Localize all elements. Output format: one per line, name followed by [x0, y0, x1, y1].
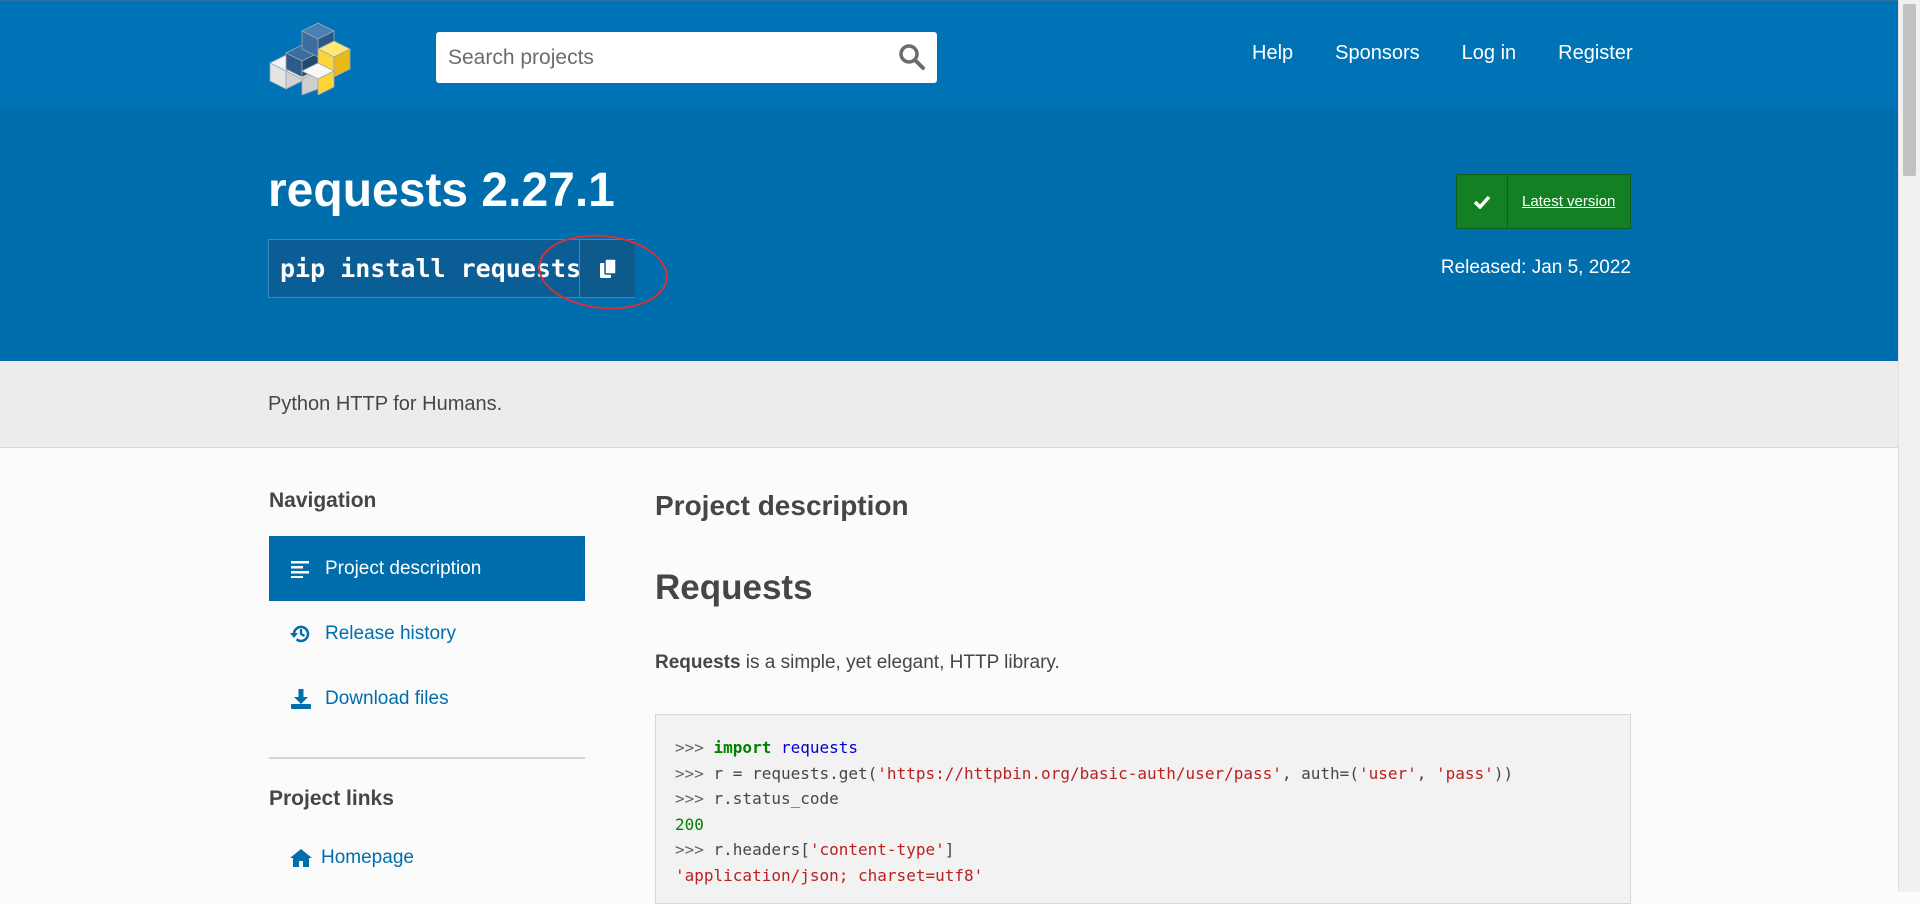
code-line: >>> r.status_code [675, 789, 839, 809]
search-input[interactable] [436, 32, 876, 83]
download-icon [289, 687, 313, 711]
help-link[interactable]: Help [1252, 42, 1293, 65]
home-icon [289, 846, 313, 870]
search-icon[interactable] [897, 42, 927, 72]
package-summary-bar: Python HTTP for Humans. [0, 361, 1898, 448]
code-line: >>> r.headers['content-type'] [675, 840, 955, 860]
code-block: >>> import requests >>> r = requests.get… [655, 714, 1631, 904]
sidebar-item-label: Release history [325, 622, 456, 644]
navigation-heading: Navigation [269, 489, 377, 512]
sidebar-item-label: Download files [325, 687, 449, 709]
latest-version-label: Latest version [1522, 193, 1616, 210]
sidebar-link-label: Homepage [321, 846, 414, 868]
sidebar-item-download-files[interactable]: Download files [269, 666, 585, 731]
sidebar-divider [269, 757, 585, 759]
code-line: >>> import requests [675, 738, 859, 757]
pip-install-box: pip install requests [268, 239, 635, 298]
sidebar-item-release-history[interactable]: Release history [269, 601, 585, 666]
scrollbar-thumb[interactable] [1903, 4, 1916, 176]
package-header: requests 2.27.1 pip install requests Lat… [0, 108, 1898, 361]
release-date: Released: Jan 5, 2022 [1440, 257, 1631, 278]
intro-bold: Requests [655, 652, 741, 673]
register-link[interactable]: Register [1558, 42, 1632, 65]
history-icon [289, 622, 313, 646]
code-line: 200 [675, 814, 704, 834]
readme-title: Requests [655, 568, 813, 607]
login-link[interactable]: Log in [1462, 42, 1517, 65]
copy-icon [599, 257, 617, 278]
pip-command[interactable]: pip install requests [280, 254, 581, 283]
align-left-icon [289, 557, 313, 581]
copy-button[interactable] [579, 240, 635, 297]
search-box [436, 32, 937, 83]
package-summary: Python HTTP for Humans. [268, 393, 503, 415]
pypi-logo[interactable] [266, 19, 352, 95]
project-links-heading: Project links [269, 787, 394, 810]
sidebar-link-homepage[interactable]: Homepage [269, 825, 585, 890]
intro-text: is a simple, yet elegant, HTTP library. [740, 652, 1060, 673]
sidebar-item-project-description[interactable]: Project description [269, 536, 585, 601]
package-title: requests 2.27.1 [268, 164, 615, 217]
sidebar-item-label: Project description [325, 557, 482, 579]
section-heading: Project description [655, 490, 909, 521]
code-line: 'application/json; charset=utf8' [675, 865, 984, 885]
code-line: >>> r = requests.get('https://httpbin.or… [675, 763, 1514, 783]
checkmark-icon [1457, 175, 1508, 228]
scrollbar[interactable] [1898, 0, 1920, 892]
sponsors-link[interactable]: Sponsors [1335, 42, 1420, 65]
header-nav: Help Sponsors Log in Register [1252, 42, 1675, 65]
top-navbar: Help Sponsors Log in Register [0, 0, 1898, 108]
readme-intro: Requests is a simple, yet elegant, HTTP … [655, 652, 1060, 674]
latest-version-button[interactable]: Latest version [1456, 174, 1631, 229]
